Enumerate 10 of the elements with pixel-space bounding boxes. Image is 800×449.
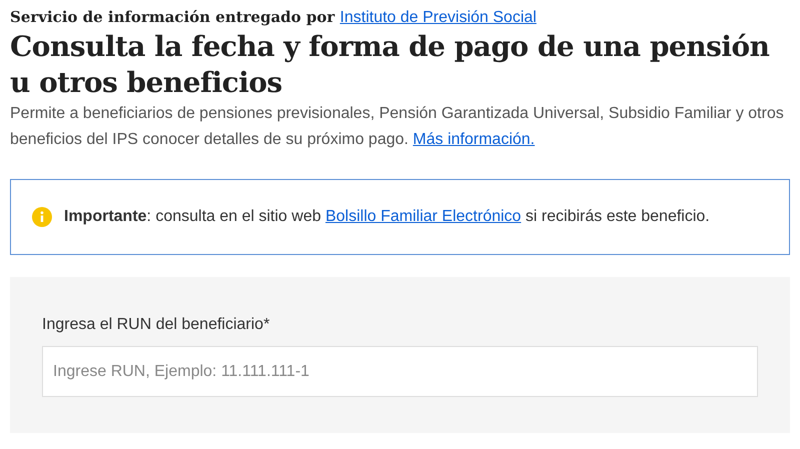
run-input-field[interactable]: Ingrese RUN, Ejemplo: 11.111.111-1 xyxy=(42,346,758,397)
provider-link[interactable]: Instituto de Previsión Social xyxy=(340,9,536,26)
info-icon xyxy=(32,207,52,227)
provider-line: Servicio de información entregado por Instituto de Previsión Social xyxy=(10,7,538,28)
notice-text: Importante: consulta en el sitio web Bolsillo Familiar Electrónico si recibirás este beneficio. xyxy=(64,207,710,227)
more-info-link[interactable]: Más información. xyxy=(412,131,535,148)
description: Permite a beneficiarios de pensiones previsionales, Pensión Garantizada Universal, Subsidio Familiar y otros beneficios del IPS conocer detalles de su próximo pago. Más información. xyxy=(10,104,785,150)
page-title: Consulta la fecha y forma de pago de una pensión u otros beneficios xyxy=(10,29,770,101)
bolsillo-link[interactable]: Bolsillo Familiar Electrónico xyxy=(325,208,522,225)
run-label: Ingresa el RUN del beneficiario* xyxy=(42,315,271,335)
